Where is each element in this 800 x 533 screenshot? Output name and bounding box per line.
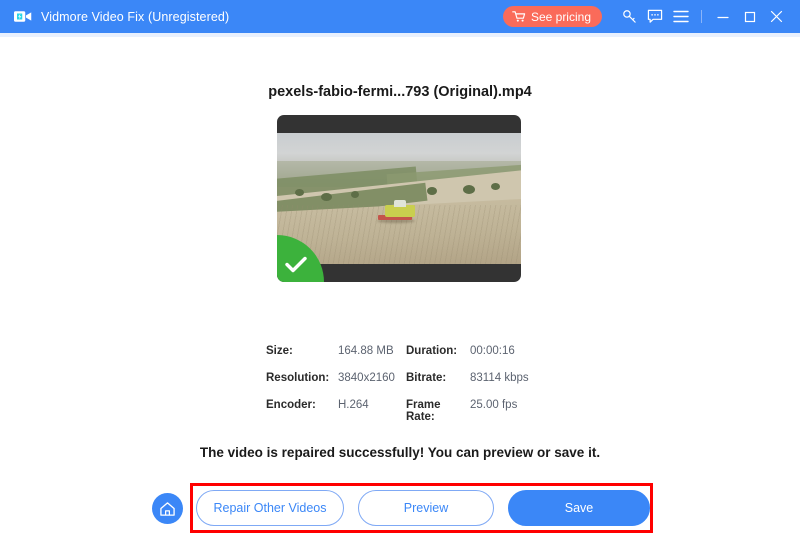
tree <box>351 191 359 198</box>
app-title: Vidmore Video Fix (Unregistered) <box>41 10 229 24</box>
video-frame-image <box>277 133 521 264</box>
tree <box>295 189 304 196</box>
main-content: pexels-fabio-fermi...793 (Original).mp4 <box>0 37 800 516</box>
see-pricing-button[interactable]: See pricing <box>503 6 602 27</box>
video-metadata-table: Size: 164.88 MB Duration: 00:00:16 Resol… <box>266 345 566 426</box>
title-bar-controls: See pricing <box>503 0 800 33</box>
metadata-value-encoder: H.264 <box>338 399 406 411</box>
video-camera-icon <box>14 9 32 24</box>
titlebar-divider <box>701 10 702 23</box>
see-pricing-label: See pricing <box>531 10 591 24</box>
metadata-value-resolution: 3840x2160 <box>338 372 406 384</box>
metadata-value-bitrate: 83114 kbps <box>470 372 560 384</box>
metadata-label-encoder: Encoder: <box>266 399 338 411</box>
repair-other-videos-button[interactable]: Repair Other Videos <box>196 490 344 526</box>
metadata-label-size: Size: <box>266 345 338 357</box>
status-message: The video is repaired successfully! You … <box>0 445 800 460</box>
harvester-cab <box>394 200 406 207</box>
shopping-cart-icon <box>512 10 526 23</box>
maximize-icon[interactable] <box>736 3 763 30</box>
tree <box>427 187 437 195</box>
hamburger-menu-icon[interactable] <box>668 4 694 30</box>
home-button[interactable] <box>152 493 183 524</box>
video-preview-thumbnail[interactable] <box>277 115 521 282</box>
metadata-value-framerate: 25.00 fps <box>470 399 560 411</box>
minimize-icon[interactable] <box>709 3 736 30</box>
home-icon <box>159 501 176 517</box>
file-name-title: pexels-fabio-fermi...793 (Original).mp4 <box>0 84 800 100</box>
key-icon[interactable] <box>616 4 642 30</box>
title-bar: Vidmore Video Fix (Unregistered) See pri… <box>0 0 800 33</box>
metadata-value-duration: 00:00:16 <box>470 345 560 357</box>
tree <box>321 193 332 201</box>
preview-button[interactable]: Preview <box>358 490 494 526</box>
action-button-row: Repair Other Videos Preview Save <box>196 490 650 526</box>
save-button[interactable]: Save <box>508 490 650 526</box>
metadata-label-resolution: Resolution: <box>266 372 338 384</box>
metadata-label-duration: Duration: <box>406 345 470 357</box>
tree <box>491 183 500 190</box>
close-icon[interactable] <box>763 3 790 30</box>
metadata-label-bitrate: Bitrate: <box>406 372 470 384</box>
metadata-label-framerate: Frame Rate: <box>406 399 470 423</box>
feedback-icon[interactable] <box>642 4 668 30</box>
table-row: Resolution: 3840x2160 Bitrate: 83114 kbp… <box>266 372 566 399</box>
metadata-value-size: 164.88 MB <box>338 345 406 357</box>
table-row: Encoder: H.264 Frame Rate: 25.00 fps <box>266 399 566 426</box>
table-row: Size: 164.88 MB Duration: 00:00:16 <box>266 345 566 372</box>
tree <box>463 185 475 194</box>
